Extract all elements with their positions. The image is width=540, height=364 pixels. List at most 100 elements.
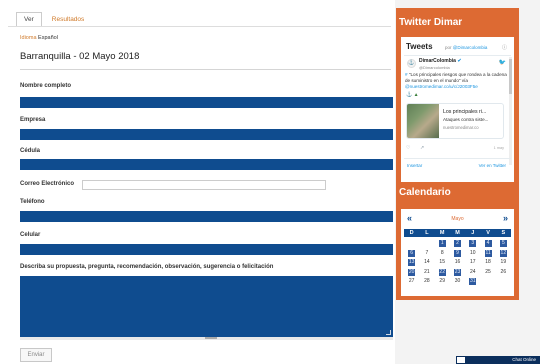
twitter-bird-icon[interactable]: 🐦 xyxy=(499,59,506,66)
calendar-day[interactable]: 12 xyxy=(496,249,511,259)
grip-icon xyxy=(205,337,217,339)
tweet-hashtag[interactable]: # xyxy=(405,72,408,77)
twitter-scroll-thumb[interactable] xyxy=(509,59,512,94)
calendar-day[interactable]: 9 xyxy=(450,249,465,259)
tweet-date[interactable]: 1 may xyxy=(494,146,504,150)
calendar-day[interactable]: 20 xyxy=(404,268,419,278)
calendar-day-number: 30 xyxy=(454,278,461,284)
language-espanol[interactable]: Español xyxy=(38,35,58,41)
form-panel: Ver Resultados Idioma Español Barranquil… xyxy=(8,8,393,362)
calendar-day[interactable]: 5 xyxy=(496,239,511,249)
celular-label: Celular xyxy=(20,232,41,238)
calendar-day: 28 xyxy=(419,277,434,287)
tweet-quote: "Los principales riesgos que rondea a la… xyxy=(405,72,507,84)
calendar-empty-day xyxy=(404,239,419,249)
tab-resultados[interactable]: Resultados xyxy=(43,12,93,26)
info-icon[interactable]: ⓘ xyxy=(502,44,507,51)
calendar-week-row: 27 28 29 30 31 xyxy=(404,277,511,287)
nombre-label: Nombre completo xyxy=(20,83,72,89)
calendar-day-number: 22 xyxy=(438,268,446,276)
calendar-day[interactable]: 23 xyxy=(450,268,465,278)
tweet-link-card[interactable]: Los principales ri... Ataques contra sis… xyxy=(406,103,504,139)
tweets-by-handle[interactable]: @Dimarcolombia xyxy=(453,45,488,50)
calendar-day: 17 xyxy=(465,258,480,268)
calendar-day-number: 3 xyxy=(469,240,477,247)
weekday-label: M xyxy=(439,230,445,236)
calendar-day[interactable]: 3 xyxy=(465,239,480,249)
cedula-label: Cédula xyxy=(20,148,41,154)
twitter-footer-divider xyxy=(404,158,511,159)
calendar-day: 27 xyxy=(404,277,419,287)
heart-icon[interactable]: ♡ xyxy=(406,145,410,151)
calendar-week-row: 20 21 22 23 24 25 26 xyxy=(404,268,511,278)
calendar-day: 30 xyxy=(450,277,465,287)
avatar[interactable]: ⚓ xyxy=(407,59,416,68)
calendar-day: 29 xyxy=(435,277,450,287)
calendar-day[interactable]: 1 xyxy=(435,239,450,249)
calendar-day[interactable]: 2 xyxy=(450,239,465,249)
calendar-day[interactable]: 22 xyxy=(435,268,450,278)
enviar-button[interactable]: Enviar xyxy=(20,348,52,362)
calendar-day[interactable]: 6 xyxy=(404,249,419,259)
calendar-next-button[interactable]: » xyxy=(503,213,508,223)
calendar-day: 24 xyxy=(465,268,480,278)
cedula-field[interactable] xyxy=(20,159,393,170)
calendar-day: 14 xyxy=(419,258,434,268)
tweet-account-name[interactable]: DimarColombia ✔ xyxy=(419,58,462,64)
calendar-day-number: 31 xyxy=(469,278,477,285)
calendar-day-number: 25 xyxy=(485,268,491,275)
weekday-label: J xyxy=(471,230,475,236)
calendar-day-number: 15 xyxy=(439,259,445,265)
calendar-day[interactable]: 31 xyxy=(465,277,480,287)
calendar-day: 21 xyxy=(419,268,434,278)
twitter-widget: Tweets por @Dimarcolombia ⓘ ⚓ DimarColom… xyxy=(401,37,514,182)
language-switcher: Idioma Español xyxy=(20,35,58,41)
calendar-day-number: 1 xyxy=(438,240,446,247)
chat-tab[interactable] xyxy=(456,356,466,364)
correo-field[interactable] xyxy=(82,180,326,190)
tweet-card-title: Los principales ri... xyxy=(443,109,487,115)
tweet-text: # "Los principales riesgos que rondea a … xyxy=(405,72,507,91)
calendar-day[interactable]: 11 xyxy=(480,249,495,259)
propuesta-textarea[interactable] xyxy=(20,276,393,337)
tweets-by: por @Dimarcolombia xyxy=(445,45,487,50)
calendar-empty-day xyxy=(419,239,434,249)
chat-bar[interactable]: Chat Online xyxy=(456,356,540,364)
textarea-grippie[interactable] xyxy=(20,337,393,340)
share-icon[interactable]: ↗ xyxy=(420,145,424,151)
empresa-field[interactable] xyxy=(20,129,393,140)
calendar-weekdays: D L M M J V S xyxy=(404,229,511,237)
tab-ver[interactable]: Ver xyxy=(16,12,42,26)
calendar-day-number: 8 xyxy=(440,249,444,256)
embed-link[interactable]: Insertar xyxy=(407,163,422,168)
propuesta-label: Describa su propuesta, pregunta, recomen… xyxy=(20,264,274,270)
weekday-label: M xyxy=(455,230,460,236)
twitter-divider xyxy=(404,55,511,56)
telefono-label: Teléfono xyxy=(20,199,45,205)
celular-field[interactable] xyxy=(20,244,393,255)
tweet-link[interactable]: @nuestromedimar.co/u/c/J2003F5e xyxy=(405,84,478,89)
calendar-day-number: 7 xyxy=(425,249,429,256)
calendar-day: 19 xyxy=(496,258,511,268)
resize-handle-icon[interactable] xyxy=(386,330,391,335)
calendar-day[interactable]: 13 xyxy=(404,258,419,268)
calendar-day: 26 xyxy=(496,268,511,278)
nombre-field[interactable] xyxy=(20,97,393,108)
telefono-field[interactable] xyxy=(20,211,393,222)
tweet-via: vía xyxy=(461,78,468,84)
correo-label: Correo Electrónico xyxy=(20,181,75,187)
calendar-day-number: 4 xyxy=(484,240,492,247)
calendar-prev-button[interactable]: « xyxy=(407,213,412,223)
calendar-day-number: 18 xyxy=(485,259,491,265)
language-idioma[interactable]: Idioma xyxy=(20,35,37,41)
view-on-twitter-link[interactable]: Ver en Twitter xyxy=(479,163,506,168)
calendar-day-number: 9 xyxy=(453,249,461,257)
calendar-day[interactable]: 4 xyxy=(480,239,495,249)
title-divider xyxy=(20,69,391,70)
calendar-week-row: 13 14 15 16 17 18 19 xyxy=(404,258,511,268)
calendar-day-number: 27 xyxy=(408,278,415,284)
calendar-heading: Calendario xyxy=(399,187,451,198)
calendar-day-number: 21 xyxy=(424,268,430,275)
calendar-day-number: 24 xyxy=(469,268,476,275)
tweet-card-image xyxy=(407,104,439,138)
